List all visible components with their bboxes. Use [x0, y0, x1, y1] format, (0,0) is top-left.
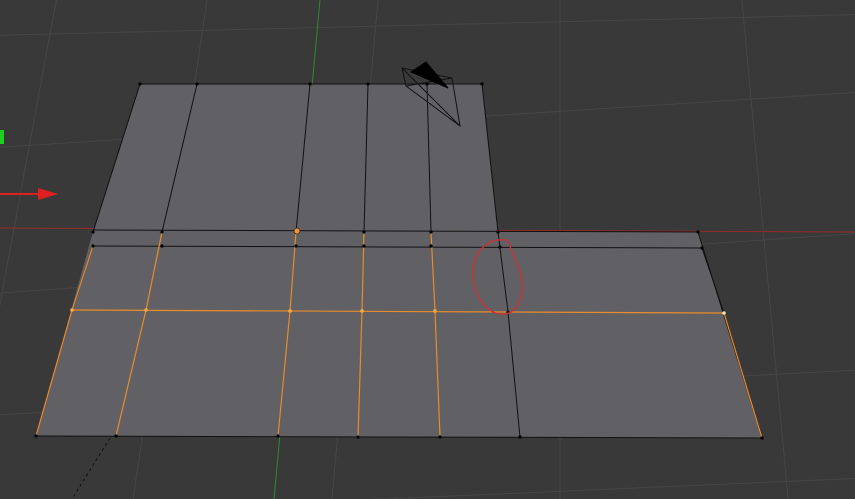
mesh-faces[interactable]: [36, 84, 762, 438]
active-vertex[interactable]: [293, 227, 301, 235]
3d-viewport[interactable]: [0, 0, 855, 499]
viewport-canvas[interactable]: [0, 0, 855, 499]
manipulator-x-arrow[interactable]: [38, 188, 58, 200]
manipulator-y-handle[interactable]: [0, 130, 4, 144]
dashed-guide-line: [71, 437, 111, 499]
manipulator-icon[interactable]: [0, 130, 58, 200]
